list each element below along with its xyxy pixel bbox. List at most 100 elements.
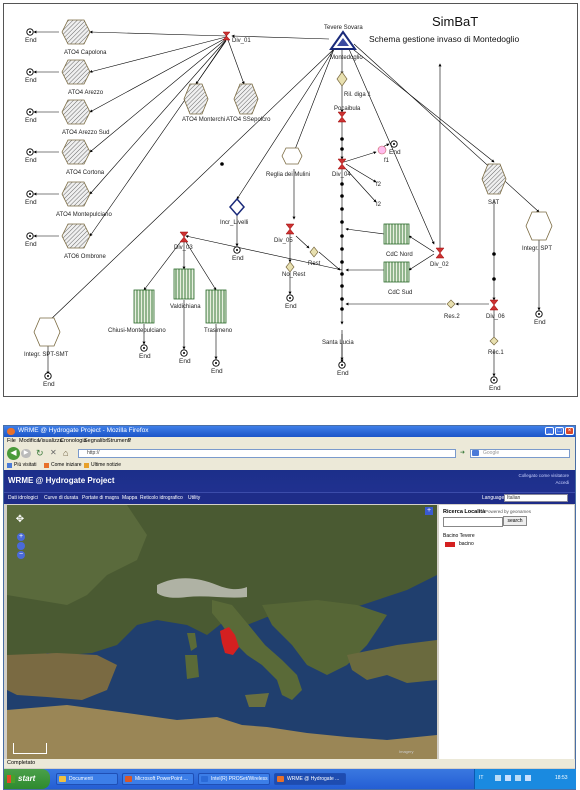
window-title: WRME @ Hydrogate Project - Mozilla Firef… [18,427,149,434]
div-03-node [179,231,189,243]
end-label: End [43,381,55,388]
bookmark-icon [44,463,49,468]
tray-icon[interactable] [505,775,511,781]
hex-reglia-mulini [281,147,303,165]
cdc-nord-node [383,223,410,245]
simbat-schema: SimBaT Schema gestione invaso di Montedo… [24,14,553,392]
forward-button[interactable]: ▶ [21,449,31,458]
div-05-label: Div_05 [274,238,293,244]
scale-bar [13,743,47,754]
div-06-label: Div_06 [486,314,505,320]
window-titlebar[interactable]: WRME @ Hydrogate Project - Mozilla Firef… [4,426,575,437]
incr-livelli-label: Incr_Livelli [220,220,248,226]
end-node-dot [29,151,31,153]
nav-utility[interactable]: Utility [188,495,200,501]
home-icon[interactable]: ⌂ [63,448,68,458]
end-node-dot [236,249,238,251]
bookmark-piu-visitati[interactable]: Più visitati [14,462,37,468]
nav-mappa[interactable]: Mappa [122,495,137,501]
app-header: WRME @ Hydrogate Project Collegato come … [4,470,575,492]
end-nodes: End End End End End End End End End End End End End E… [25,28,546,392]
nav-dati-idrologici[interactable]: Dati idrologici [8,495,38,501]
app-title: WRME @ Hydrogate Project [8,476,115,485]
nav-curve-di-durata[interactable]: Curve di durata [44,495,78,501]
zoom-slider[interactable] [17,542,25,550]
browser-window: WRME @ Hydrogate Project - Mozilla Firef… [3,425,576,790]
menu-segnalibri[interactable]: Segnalibri [84,438,108,444]
end-node-dot [29,193,31,195]
div-02-node [435,247,445,259]
menu-help[interactable]: ? [128,438,131,444]
minimize-button[interactable]: _ [545,427,554,435]
integr-spt-smt-label: Integr. SPT-SMT [24,352,69,358]
close-button[interactable]: × [565,427,574,435]
taskbar-item-proset[interactable]: Intel(R) PROSet/Wireless [198,773,270,785]
layer-switcher-button[interactable]: + [425,507,433,515]
url-field[interactable]: http:// [78,449,456,458]
start-button[interactable]: start [4,769,50,789]
end-label: End [25,37,37,44]
taskbar-label: Microsoft PowerPoint ... [135,776,188,782]
maximize-button[interactable]: □ [555,427,564,435]
zoom-out-button[interactable]: − [17,551,25,559]
i2-label: I2 [376,202,382,208]
tray-icon[interactable] [495,775,501,781]
zoom-in-button[interactable]: + [17,533,25,541]
end-label: End [337,370,349,377]
bookmark-ultime-notizie[interactable]: Ultime notizie [91,462,121,468]
end-label: End [25,117,37,124]
f2-label: f2 [376,182,382,188]
simbat-diagram-panel: SimBaT Schema gestione invaso di Montedo… [3,3,578,397]
ril-diga1-node [336,71,348,87]
ato4-arezzo-sud-label: ATO4 Arezzo Sud [62,130,109,136]
hex-sat [481,163,507,195]
end-node-dot [47,375,49,377]
hex-ato4-ssepolcro [233,83,259,115]
menu-file[interactable]: File [7,438,16,444]
menu-modifica[interactable]: Modifica [19,438,39,444]
menu-strumenti[interactable]: Strumenti [107,438,131,444]
back-button[interactable]: ◀ [7,447,20,460]
locality-search-input[interactable] [443,517,503,527]
start-label: start [18,774,36,783]
end-node-dot [29,235,31,237]
taskbar-item-firefox[interactable]: WRME @ Hydrogate ... [274,773,346,785]
taskbar-item-powerpoint[interactable]: Microsoft PowerPoint ... [122,773,194,785]
ato6-ombrone-label: ATO6 Ombrone [64,254,106,260]
santa-lucia-label: Santa Lucia [322,340,354,346]
menu-visualizza[interactable]: Visualizza [38,438,63,444]
nav-reticolo-idrografico[interactable]: Reticolo idrografico [140,495,183,501]
satellite-map[interactable]: ✥ + − + Imagery [7,505,437,759]
cdc-sud-node [383,261,410,283]
reglia-mulini-label: Reglia dei Mulini [266,172,310,178]
chiusi-montepulciano-node [133,289,155,324]
trasimeno-node [205,289,227,324]
reload-icon[interactable]: ↻ [36,448,44,459]
end-node-dot [29,71,31,73]
sat-label: SAT [488,200,500,206]
search-button[interactable]: search [503,516,527,526]
search-panel-title: Ricerca Località [443,509,486,515]
nav-portate-di-magra[interactable]: Portate di magra [82,495,119,501]
end-label: End [232,255,244,262]
legend-item: bacino [459,541,474,547]
taskbar-item-documenti[interactable]: Documenti [56,773,118,785]
login-link[interactable]: Accedi [555,480,569,485]
end-node-dot [493,379,495,381]
stop-icon[interactable]: ✕ [50,448,57,457]
menu-cronologia[interactable]: Cronologia [60,438,87,444]
go-icon[interactable]: ➜ [460,449,468,458]
res2-node [446,299,456,309]
taskbar-label: WRME @ Hydrogate ... [287,776,340,782]
valdichiana-node [173,268,195,300]
bookmark-icon [7,463,12,468]
pan-control-icon[interactable]: ✥ [13,513,27,527]
bookmark-come-iniziare[interactable]: Come iniziare [51,462,82,468]
tray-icon[interactable] [515,775,521,781]
end-node-dot [393,143,395,145]
tray-icon[interactable] [525,775,531,781]
language-indicator[interactable]: IT [479,775,483,781]
language-select[interactable]: Italian [504,494,568,502]
search-field[interactable]: Google [470,449,570,458]
end-label: End [211,368,223,375]
